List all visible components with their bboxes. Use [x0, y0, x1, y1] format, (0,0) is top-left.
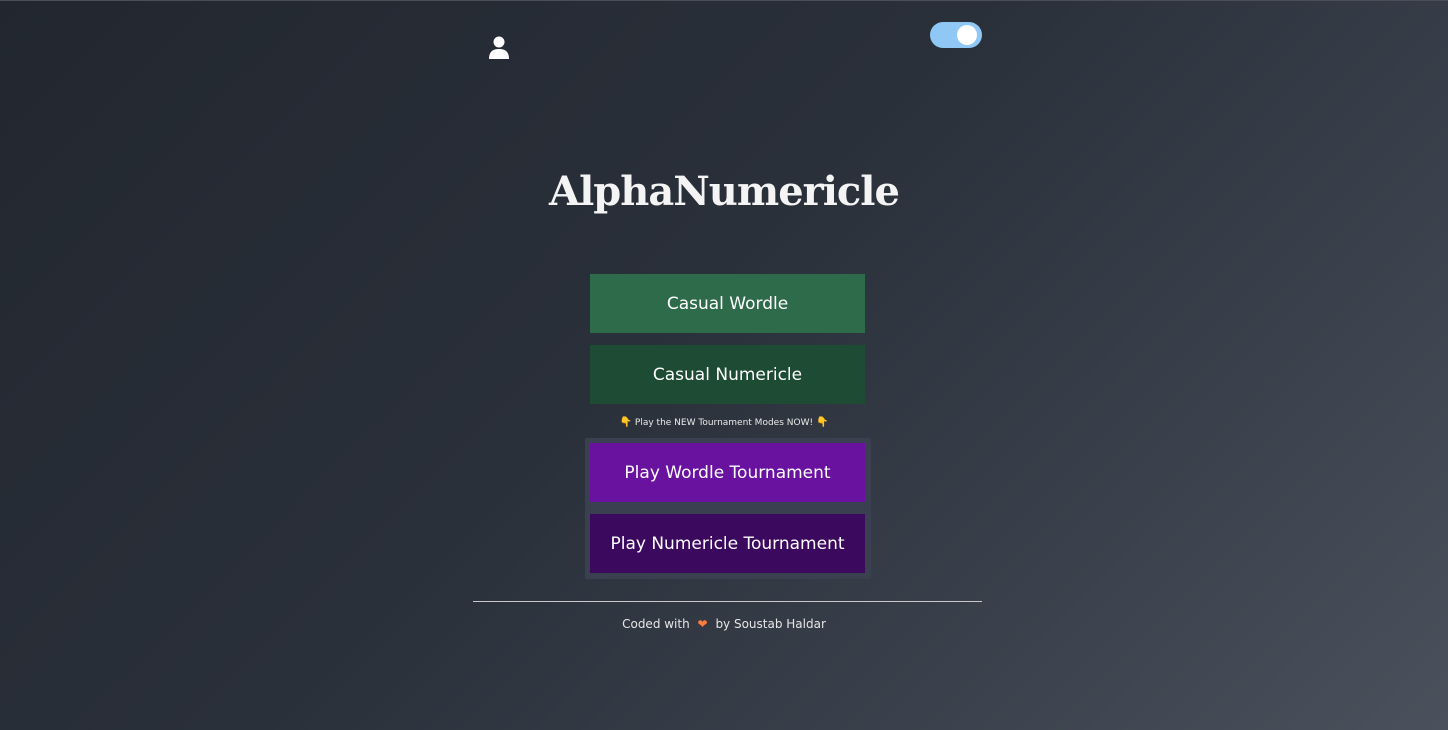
top-border — [0, 0, 1448, 1]
wordle-tournament-button[interactable]: Play Wordle Tournament — [590, 443, 865, 502]
toggle-knob — [957, 25, 977, 45]
user-profile-button[interactable] — [486, 33, 512, 61]
pointing-down-icon: 👇 — [619, 417, 633, 428]
theme-toggle[interactable] — [930, 22, 982, 48]
numericle-tournament-button[interactable]: Play Numericle Tournament — [590, 514, 865, 573]
pointing-down-icon: 👇 — [815, 417, 829, 428]
tournament-promo: 👇 Play the NEW Tournament Modes NOW! 👇 — [0, 417, 1448, 428]
user-icon — [489, 36, 509, 59]
promo-text: Play the NEW Tournament Modes NOW! — [634, 418, 814, 428]
casual-numericle-button[interactable]: Casual Numericle — [590, 345, 865, 404]
footer-credit: Coded with ❤ by Soustab Haldar — [0, 617, 1448, 631]
casual-wordle-button[interactable]: Casual Wordle — [590, 274, 865, 333]
footer-divider — [473, 601, 982, 602]
heart-icon: ❤ — [697, 617, 708, 631]
footer-prefix: Coded with — [622, 617, 690, 631]
app-title: AlphaNumericle — [549, 168, 900, 215]
footer-author: by Soustab Haldar — [715, 617, 826, 631]
